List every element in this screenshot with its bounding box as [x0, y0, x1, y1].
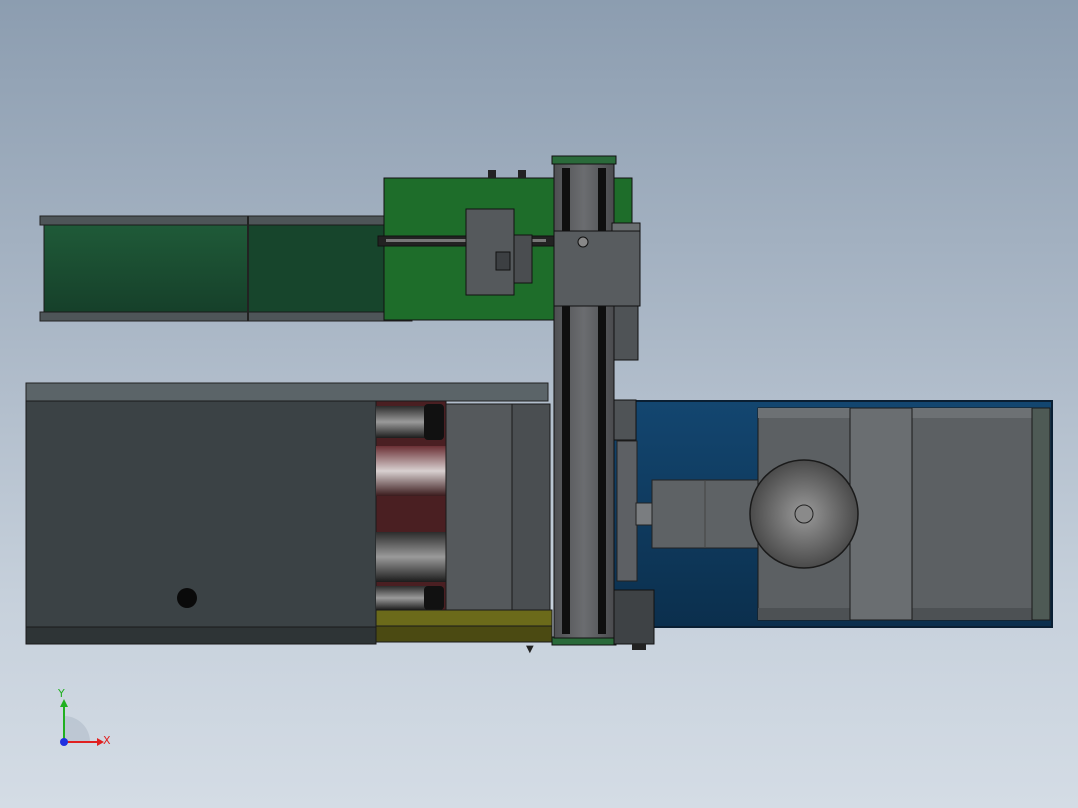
- mount-hole: [177, 588, 197, 608]
- connector-pin: [518, 170, 526, 178]
- base-housing[interactable]: ▼: [25, 382, 553, 655]
- y-axis-label: Y: [57, 687, 65, 700]
- connector-pin: [488, 170, 496, 178]
- motor-enclosure[interactable]: [609, 400, 1053, 628]
- assembly-top-view[interactable]: ▼ X Y: [0, 0, 1078, 808]
- main-rod-lower: [376, 532, 446, 582]
- main-rod: [376, 446, 446, 496]
- rail-carriage[interactable]: [553, 230, 641, 307]
- guide-rod: [376, 586, 428, 610]
- svg-text:▼: ▼: [526, 644, 534, 655]
- guide-rod: [376, 406, 428, 438]
- coordinate-triad: X Y: [57, 687, 111, 747]
- cad-viewport[interactable]: ▼ X Y: [0, 0, 1078, 808]
- x-axis-label: X: [103, 734, 111, 747]
- feeder-tray[interactable]: [39, 215, 413, 322]
- z-axis-dot: [60, 738, 68, 746]
